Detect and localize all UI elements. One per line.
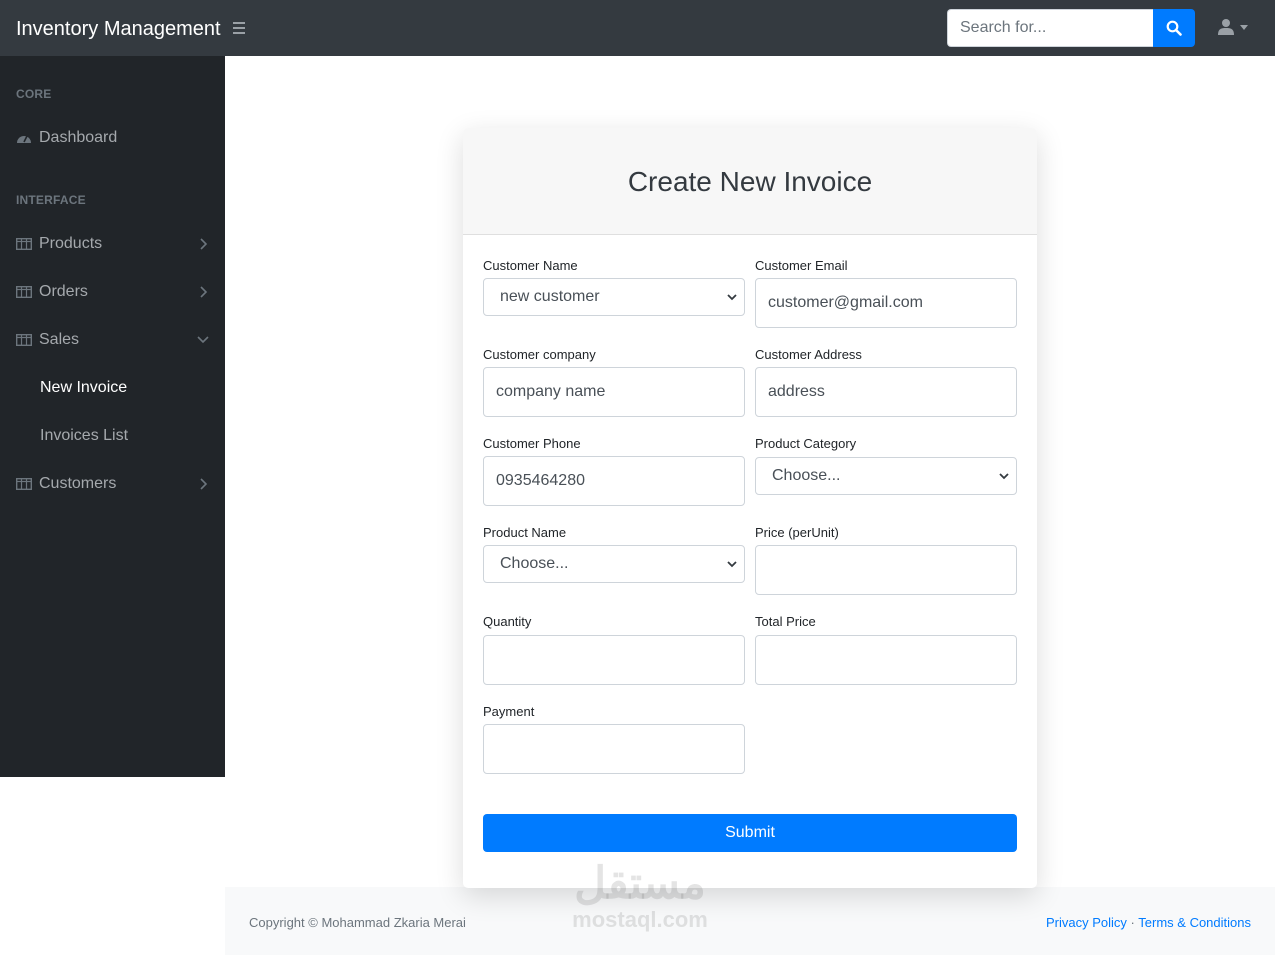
sidebar: CORE Dashboard INTERFACE Products Orders…: [0, 56, 225, 777]
watermark: مستقل mostaql.com: [560, 860, 720, 932]
price-label: Price (perUnit): [755, 525, 839, 540]
sidebar-item-orders[interactable]: Orders: [0, 272, 225, 312]
sidebar-item-customers[interactable]: Customers: [0, 464, 225, 504]
product-name-label: Product Name: [483, 525, 567, 540]
quantity-field[interactable]: [483, 635, 745, 685]
copyright-text: Copyright © Mohammad Zkaria Merai: [249, 915, 466, 930]
sidebar-item-new-invoice[interactable]: New Invoice: [40, 379, 127, 397]
product-category-value: Choose...: [772, 467, 841, 484]
table-icon: [16, 333, 32, 347]
footer-separator: ·: [1130, 915, 1135, 930]
chevron-right-icon: [200, 286, 208, 298]
app-title[interactable]: Inventory Management: [16, 16, 221, 42]
sidebar-item-dashboard[interactable]: Dashboard: [0, 118, 225, 158]
sidebar-item-label: Customers: [39, 475, 117, 492]
submit-button[interactable]: Submit: [483, 814, 1017, 852]
customer-email-field[interactable]: customer@gmail.com: [755, 278, 1017, 328]
product-category-select[interactable]: Choose...: [755, 457, 1017, 495]
product-category-label: Product Category: [755, 436, 857, 451]
product-name-value: Choose...: [500, 555, 569, 572]
customer-address-field[interactable]: address: [755, 367, 1017, 417]
customer-company-field[interactable]: company name: [483, 367, 745, 417]
customer-phone-label: Customer Phone: [483, 436, 581, 451]
total-price-label: Total Price: [755, 614, 816, 629]
search-button[interactable]: [1153, 9, 1195, 47]
sidebar-heading-interface: INTERFACE: [16, 193, 86, 207]
total-price-field[interactable]: [755, 635, 1017, 685]
price-field[interactable]: [755, 545, 1017, 595]
sidebar-item-label: Products: [39, 235, 103, 252]
chevron-right-icon: [200, 238, 208, 250]
footer-links: Privacy Policy · Terms & Conditions: [1046, 915, 1251, 930]
footer: Copyright © Mohammad Zkaria Merai Privac…: [225, 887, 1275, 955]
payment-field[interactable]: [483, 724, 745, 774]
customer-phone-value: 0935464280: [496, 472, 585, 489]
chevron-down-icon: [999, 473, 1009, 480]
table-icon: [16, 285, 32, 299]
customer-email-value: customer@gmail.com: [768, 294, 923, 311]
menu-icon[interactable]: [233, 19, 247, 37]
page-title: Create New Invoice: [627, 166, 873, 197]
sidebar-item-label: Sales: [39, 331, 80, 348]
customer-name-label: Customer Name: [483, 258, 578, 273]
search-input[interactable]: [947, 9, 1153, 47]
product-name-select[interactable]: Choose...: [483, 545, 745, 583]
table-icon: [16, 237, 32, 251]
invoice-form-card: Create New Invoice Customer Name new cus…: [463, 128, 1037, 888]
user-icon: [1218, 19, 1234, 35]
sidebar-item-invoices-list[interactable]: Invoices List: [40, 427, 128, 445]
search-bar: [947, 9, 1195, 47]
payment-label: Payment: [483, 704, 535, 719]
search-icon: [1166, 20, 1182, 36]
customer-company-label: Customer company: [483, 347, 596, 362]
sidebar-item-label: Dashboard: [39, 129, 118, 146]
privacy-policy-link[interactable]: Privacy Policy: [1046, 915, 1127, 930]
card-header: Create New Invoice: [463, 128, 1037, 235]
watermark-latin: mostaql.com: [572, 907, 708, 932]
chevron-down-icon: [727, 294, 737, 301]
chevron-down-icon: [727, 561, 737, 568]
customer-phone-field[interactable]: 0935464280: [483, 456, 745, 506]
chevron-down-icon: [197, 336, 209, 344]
customer-name-value: new customer: [500, 288, 600, 305]
sidebar-heading-core: CORE: [16, 87, 52, 101]
quantity-label: Quantity: [483, 614, 532, 629]
customer-name-select[interactable]: new customer: [483, 278, 745, 316]
terms-link[interactable]: Terms & Conditions: [1138, 915, 1251, 930]
customer-company-placeholder: company name: [496, 383, 606, 400]
top-navbar: Inventory Management: [0, 0, 1275, 56]
chevron-down-icon: [1240, 24, 1248, 30]
sidebar-item-sales[interactable]: Sales: [0, 320, 225, 360]
customer-email-label: Customer Email: [755, 258, 848, 273]
chevron-right-icon: [200, 478, 208, 490]
user-dropdown[interactable]: [1218, 18, 1248, 36]
watermark-arabic: مستقل: [574, 859, 706, 908]
tachometer-icon: [16, 131, 32, 145]
customer-address-label: Customer Address: [755, 347, 862, 362]
sidebar-item-products[interactable]: Products: [0, 224, 225, 264]
table-icon: [16, 477, 32, 491]
customer-address-placeholder: address: [768, 383, 825, 400]
sidebar-item-label: Orders: [39, 283, 88, 300]
